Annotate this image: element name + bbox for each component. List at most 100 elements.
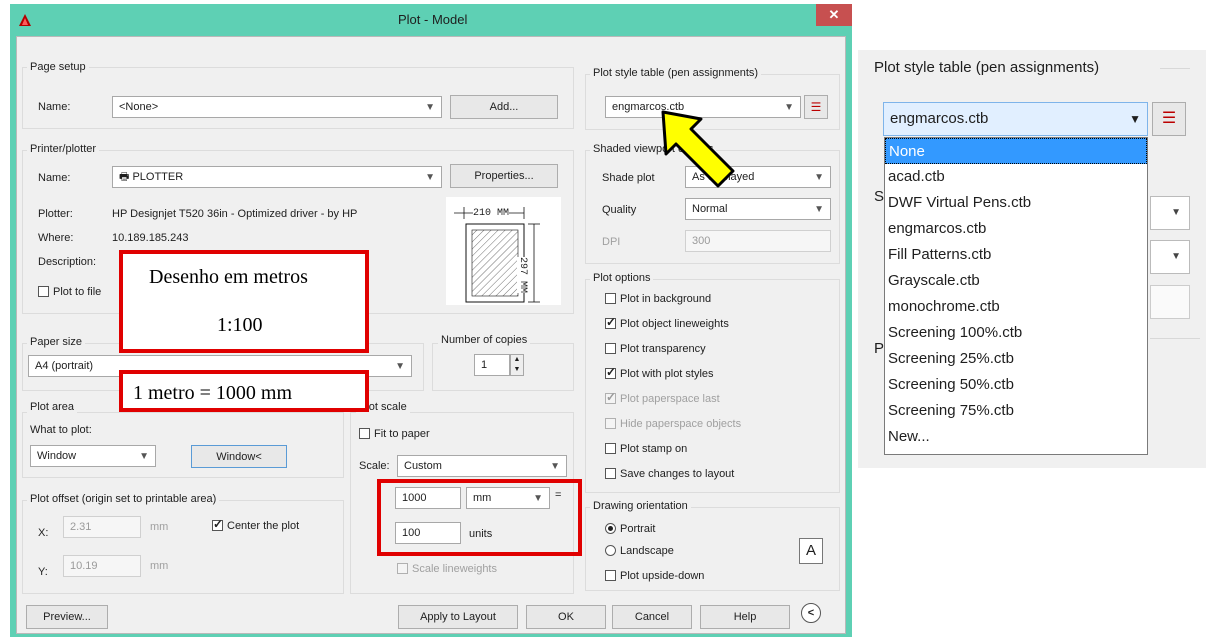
annotation-box-units: 1 metro = 1000 mm <box>119 370 369 412</box>
plot-option-checkbox[interactable] <box>605 443 616 454</box>
close-button[interactable]: ✕ <box>816 4 852 26</box>
cancel-button[interactable]: Cancel <box>612 605 692 629</box>
plot-option-2[interactable]: Plot transparency <box>605 343 706 355</box>
upside-down-checkbox[interactable]: Plot upside-down <box>605 570 704 582</box>
portrait-radio-dot[interactable] <box>605 523 616 534</box>
plot-option-checkbox[interactable] <box>605 293 616 304</box>
plot-option-checkbox[interactable] <box>605 343 616 354</box>
chevron-down-icon: ▼ <box>784 102 794 113</box>
plot-option-5[interactable]: Hide paperspace objects <box>605 418 741 430</box>
chevron-down-icon: ▼ <box>1129 112 1141 126</box>
landscape-radio[interactable]: Landscape <box>605 545 674 557</box>
offset-x-label: X: <box>38 527 49 539</box>
scale-label: Scale: <box>359 460 390 472</box>
landscape-radio-dot[interactable] <box>605 545 616 556</box>
scale-unit-select[interactable]: mm ▼ <box>466 487 550 509</box>
dropdown-option[interactable]: Screening 100%.ctb <box>885 320 1147 346</box>
plot-option-checkbox[interactable] <box>605 468 616 479</box>
plot-option-checkbox[interactable] <box>605 418 616 429</box>
plot-option-0[interactable]: Plot in background <box>605 293 711 305</box>
printer-properties-button[interactable]: Properties... <box>450 164 558 188</box>
upside-down-box[interactable] <box>605 570 616 581</box>
zoom-plot-style-dropdown: None acad.ctb DWF Virtual Pens.ctb engmarco… <box>884 137 1148 455</box>
plot-option-checkbox[interactable] <box>605 390 616 404</box>
fit-to-paper-checkbox[interactable]: Fit to paper <box>359 428 430 440</box>
scale-select[interactable]: Custom ▼ <box>397 455 567 477</box>
dpi-label: DPI <box>602 236 621 248</box>
chevron-down-icon: ▼ <box>425 102 435 113</box>
dropdown-option[interactable]: engmarcos.ctb <box>885 216 1147 242</box>
plot-offset-group <box>22 500 344 594</box>
zoom-plot-style-select[interactable]: engmarcos.ctb ▼ <box>883 102 1148 136</box>
scale-value1-input[interactable]: 1000 <box>395 487 461 509</box>
apply-to-layout-button[interactable]: Apply to Layout <box>398 605 518 629</box>
window-pick-button[interactable]: Window< <box>191 445 287 468</box>
dropdown-option[interactable]: Fill Patterns.ctb <box>885 242 1147 268</box>
plot-option-label: Plot with plot styles <box>620 368 714 380</box>
what-to-plot-label: What to plot: <box>30 424 92 436</box>
printer-name-select[interactable]: 🖶 PLOTTER ▼ <box>112 166 442 188</box>
zoom-bg-input <box>1150 285 1190 319</box>
portrait-radio[interactable]: Portrait <box>605 523 655 535</box>
dropdown-option[interactable]: monochrome.ctb <box>885 294 1147 320</box>
dropdown-option[interactable]: Screening 25%.ctb <box>885 346 1147 372</box>
annotation-line3: 1 metro = 1000 mm <box>133 382 293 404</box>
dropdown-option[interactable]: Screening 75%.ctb <box>885 398 1147 424</box>
title-bar[interactable]: Plot - Model ✕ <box>10 4 852 36</box>
zoom-caption-line <box>1160 68 1190 69</box>
shade-plot-label: Shade plot <box>602 172 655 184</box>
edit-plot-style-button[interactable]: ☰ <box>804 95 828 119</box>
add-page-setup-button[interactable]: Add... <box>450 95 558 119</box>
dropdown-option[interactable]: New... <box>885 424 1147 450</box>
copies-input[interactable]: 1 <box>474 354 510 376</box>
dropdown-option[interactable]: acad.ctb <box>885 164 1147 190</box>
scale-lineweights-box[interactable] <box>397 563 408 574</box>
plot-option-6[interactable]: Plot stamp on <box>605 443 687 455</box>
printer-caption: Printer/plotter <box>27 143 100 155</box>
plot-option-checkbox[interactable] <box>605 315 616 329</box>
scale-unit2-label: units <box>469 528 493 540</box>
collapse-options-button[interactable]: < <box>801 603 821 623</box>
plot-option-checkbox[interactable] <box>605 365 616 379</box>
chevron-down-icon: ▼ <box>533 493 543 504</box>
dropdown-option[interactable]: Grayscale.ctb <box>885 268 1147 294</box>
chevron-down-icon: ▼ <box>139 451 149 462</box>
dpi-input[interactable]: 300 <box>685 230 831 252</box>
annotation-line2: 1:100 <box>217 314 263 336</box>
paper-size-caption: Paper size <box>27 336 85 348</box>
preview-button[interactable]: Preview... <box>26 605 108 629</box>
dropdown-option[interactable]: Screening 50%.ctb <box>885 372 1147 398</box>
plot-option-7[interactable]: Save changes to layout <box>605 468 734 480</box>
zoom-edit-plot-style-button[interactable]: ☰ <box>1152 102 1186 136</box>
offset-x-unit: mm <box>150 521 169 533</box>
dropdown-option[interactable]: DWF Virtual Pens.ctb <box>885 190 1147 216</box>
plot-to-file-checkbox[interactable]: Plot to file <box>38 286 101 298</box>
chevron-down-icon: ▼ <box>814 172 824 183</box>
quality-select[interactable]: Normal ▼ <box>685 198 831 220</box>
ok-button[interactable]: OK <box>526 605 606 629</box>
plot-option-1[interactable]: Plot object lineweights <box>605 315 729 330</box>
scale-lineweights-checkbox[interactable]: Scale lineweights <box>397 563 497 575</box>
dropdown-option[interactable]: None <box>885 138 1147 164</box>
center-plot-box[interactable] <box>212 517 223 531</box>
page-setup-name-select[interactable]: <None> ▼ <box>112 96 442 118</box>
spinner-up-icon[interactable]: ▲ <box>514 356 521 363</box>
scale-value2-input[interactable]: 100 <box>395 522 461 544</box>
spinner-down-icon[interactable]: ▼ <box>514 366 521 373</box>
zoom-bg-label-2: P <box>874 340 885 357</box>
plot-to-file-box[interactable] <box>38 286 49 297</box>
help-button[interactable]: Help <box>700 605 790 629</box>
plot-option-label: Plot stamp on <box>620 443 688 455</box>
offset-y-input[interactable]: 10.19 <box>63 555 141 577</box>
offset-x-input[interactable]: 2.31 <box>63 516 141 538</box>
center-plot-checkbox[interactable]: Center the plot <box>212 517 299 532</box>
plot-option-3[interactable]: Plot with plot styles <box>605 365 714 380</box>
yellow-arrow-icon <box>661 110 735 188</box>
plot-offset-caption: Plot offset (origin set to printable are… <box>27 493 220 505</box>
plot-option-4[interactable]: Plot paperspace last <box>605 390 720 405</box>
copies-spinner[interactable]: ▲ ▼ <box>510 354 524 376</box>
preview-height-label: 297 MM <box>517 257 528 294</box>
fit-to-paper-box[interactable] <box>359 428 370 439</box>
what-to-plot-select[interactable]: Window ▼ <box>30 445 156 467</box>
fit-to-paper-label: Fit to paper <box>374 428 430 440</box>
